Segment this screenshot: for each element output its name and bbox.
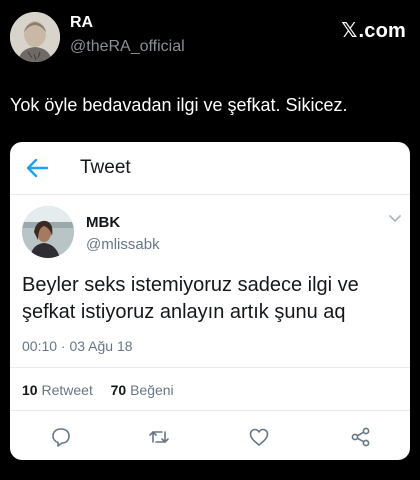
retweet-icon[interactable] (148, 426, 170, 448)
retweet-label[interactable]: Retweet (41, 382, 92, 398)
x-logo-suffix: .com (358, 20, 406, 42)
inner-author-handle[interactable]: @mlissabk (86, 236, 160, 253)
heart-icon[interactable] (248, 426, 270, 448)
tweet-timestamp[interactable]: 00:10 · 03 Ağu 18 (22, 338, 133, 354)
outer-author-handle[interactable]: @theRA_official (70, 38, 185, 56)
like-count[interactable]: 70 (111, 382, 127, 398)
like-label[interactable]: Beğeni (130, 382, 174, 398)
inner-avatar[interactable] (22, 206, 74, 258)
outer-author-name[interactable]: RA (70, 14, 93, 32)
share-icon[interactable] (350, 426, 372, 448)
outer-tweet-text: Yok öyle bedavadan ilgi ve şefkat. Sikic… (10, 95, 348, 115)
arrow-left-icon[interactable] (26, 158, 48, 178)
avatar-illustration (10, 12, 60, 62)
card-header: Tweet (10, 142, 410, 195)
x-icon: 𝕏 (341, 20, 358, 42)
x-logo: 𝕏.com (341, 18, 406, 43)
tweet-stats: 10 Retweet 70 Beğeni (22, 382, 174, 398)
inner-avatar-illustration (22, 206, 74, 258)
outer-tweet-header: RA @theRA_official 𝕏.com (0, 0, 420, 80)
chevron-down-icon[interactable] (388, 214, 402, 224)
reply-icon[interactable] (50, 426, 72, 448)
avatar[interactable] (10, 12, 60, 62)
tweet-text: Beyler seks istemiyoruz sadece ilgi ve ş… (22, 274, 359, 323)
page-title: Tweet (80, 157, 131, 178)
divider (10, 410, 410, 411)
inner-author-name[interactable]: MBK (86, 214, 120, 231)
retweet-count[interactable]: 10 (22, 382, 38, 398)
divider (10, 367, 410, 368)
embedded-tweet-card: Tweet MBK @mlissabk Beyler seks istemiyo… (10, 142, 410, 460)
